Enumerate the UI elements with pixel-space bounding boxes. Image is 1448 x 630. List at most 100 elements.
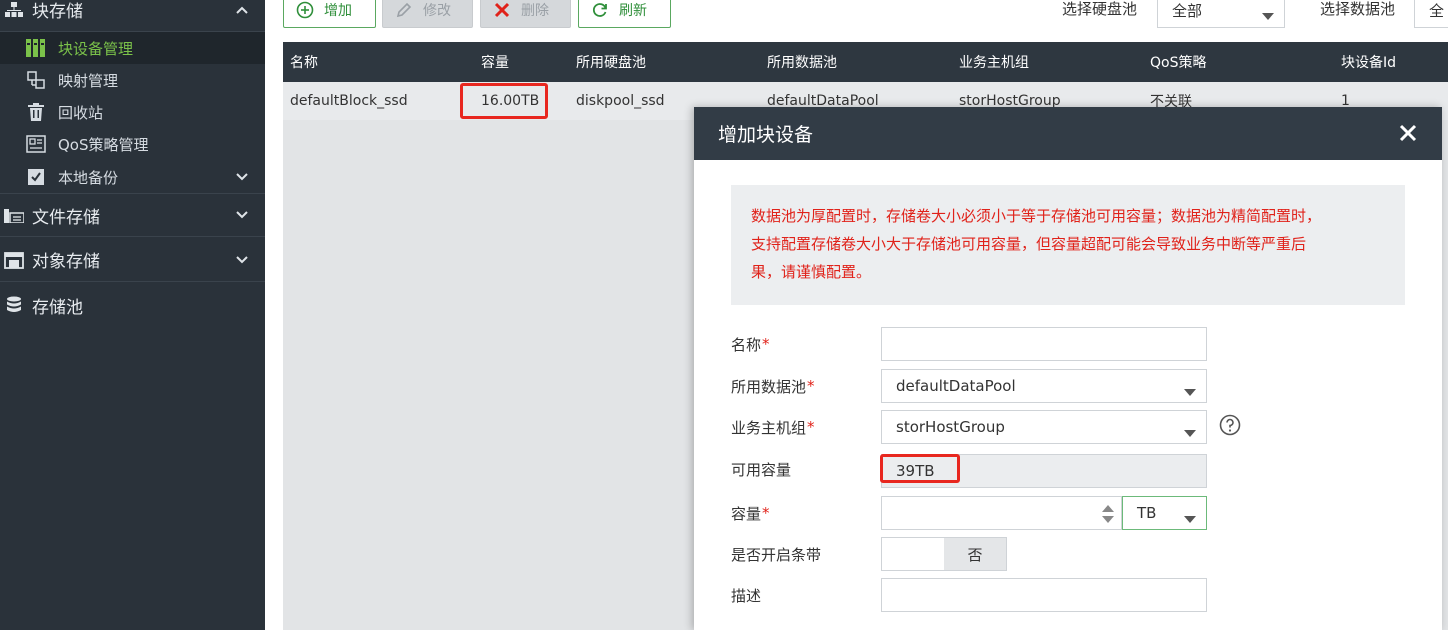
add-block-device-dialog: 增加块设备 数据池为厚配置时，存储卷大小必须小于等于存储池可用容量；数据池为精简…: [694, 107, 1442, 630]
sidebar-group-object-storage[interactable]: 对象存储: [0, 238, 265, 282]
data-pool-label-text: 所用数据池: [731, 377, 807, 396]
data-pool-select[interactable]: defaultDataPool: [881, 369, 1207, 403]
required-mark: *: [762, 335, 770, 353]
data-pool-select-value: defaultDataPool: [896, 377, 1016, 395]
caret-down-icon: [1184, 510, 1196, 528]
column-header-qos[interactable]: QoS策略: [1150, 42, 1206, 82]
refresh-button-label: 刷新: [619, 3, 647, 19]
capacity-input[interactable]: [881, 496, 1122, 530]
required-mark: *: [762, 504, 770, 522]
warning-text-line: 支持配置存储卷大小大于存储池可用容量，但容量超配可能会导致业务中断等严重后: [751, 235, 1307, 253]
capacity-unit-select[interactable]: TB: [1122, 496, 1207, 530]
name-field-label: 名称 *: [731, 327, 770, 361]
chevron-down-icon[interactable]: [235, 161, 249, 193]
column-header-name[interactable]: 名称: [290, 42, 318, 82]
warning-text-line: 数据池为厚配置时，存储卷大小必须小于等于存储池可用容量；数据池为精简配置时，: [751, 207, 1322, 225]
available-capacity-label: 可用容量: [731, 452, 791, 486]
edit-button[interactable]: 修改: [382, 0, 473, 28]
add-button[interactable]: 增加: [283, 0, 376, 28]
required-mark: *: [807, 377, 815, 395]
description-label-text: 描述: [731, 586, 762, 605]
edit-button-label: 修改: [423, 3, 451, 19]
capacity-field-label: 容量 *: [731, 496, 770, 530]
sidebar: 块存储 块设备管理 映射管理 回收站 QoS策略管理 本地备份 文件存储 对象存…: [0, 0, 265, 630]
sidebar-item-qos-policy[interactable]: QoS策略管理: [0, 128, 265, 160]
sidebar-group-file-storage[interactable]: 文件存储: [0, 193, 265, 237]
host-group-label-text: 业务主机组: [731, 418, 807, 437]
host-group-field-label: 业务主机组 *: [731, 410, 815, 444]
stripe-toggle[interactable]: 否: [881, 537, 1007, 571]
stripe-label-text: 是否开启条带: [731, 545, 822, 564]
sidebar-item-recycle-bin[interactable]: 回收站: [0, 96, 265, 128]
required-mark: *: [807, 418, 815, 436]
block-device-icon: [24, 39, 48, 57]
trash-icon: [24, 103, 48, 121]
column-header-disk-pool[interactable]: 所用硬盘池: [576, 42, 646, 82]
sidebar-item-local-backup[interactable]: 本地备份: [0, 161, 265, 193]
close-x-icon: [493, 1, 511, 19]
data-pool-filter-label: 选择数据池: [1320, 0, 1396, 18]
add-button-label: 增加: [324, 3, 352, 19]
stripe-field-label: 是否开启条带: [731, 537, 821, 571]
dialog-title: 增加块设备: [718, 124, 814, 146]
stripe-toggle-state: 否: [944, 538, 1006, 570]
backup-icon: [24, 168, 48, 186]
chevron-down-icon[interactable]: [235, 238, 249, 281]
caret-down-icon: [1184, 383, 1196, 401]
name-input[interactable]: [881, 327, 1207, 361]
description-input[interactable]: [881, 578, 1207, 612]
host-group-select[interactable]: storHostGroup: [881, 410, 1207, 444]
sidebar-group-label: 对象存储: [32, 252, 100, 272]
sidebar-group-block-storage[interactable]: 块存储: [0, 0, 265, 32]
name-label-text: 名称: [731, 335, 762, 354]
sidebar-item-label: 本地备份: [58, 168, 119, 187]
sidebar-item-block-device-management[interactable]: 块设备管理: [0, 32, 265, 64]
question-circle-icon[interactable]: [1219, 414, 1241, 436]
description-field-label: 描述: [731, 578, 761, 612]
capacity-highlight-box: [460, 83, 548, 119]
object-storage-icon: [2, 251, 26, 269]
database-icon: [2, 296, 26, 314]
capacity-label-text: 容量: [731, 504, 762, 523]
available-capacity-highlight-box: [880, 454, 960, 483]
sidebar-group-label: 存储池: [32, 297, 83, 318]
capacity-warning-box: 数据池为厚配置时，存储卷大小必须小于等于存储池可用容量；数据池为精简配置时， 支…: [731, 185, 1405, 305]
column-header-data-pool[interactable]: 所用数据池: [767, 42, 837, 82]
sidebar-item-label: 块设备管理: [58, 39, 134, 58]
cell-name: defaultBlock_ssd: [290, 93, 408, 109]
warning-text-line: 果，请谨慎配置。: [751, 263, 872, 281]
data-pool-filter-value: 全: [1429, 1, 1445, 20]
qos-icon: [24, 135, 48, 153]
data-pool-filter-select[interactable]: 全: [1414, 0, 1448, 28]
column-header-capacity[interactable]: 容量: [481, 42, 509, 82]
spinner-arrows-icon[interactable]: [1101, 502, 1115, 526]
caret-down-icon: [1184, 424, 1196, 442]
dialog-header: 增加块设备: [694, 107, 1442, 160]
sidebar-item-label: QoS策略管理: [58, 135, 149, 154]
sidebar-group-label: 块存储: [32, 2, 83, 22]
available-capacity-label-text: 可用容量: [731, 460, 792, 479]
sidebar-group-storage-pool[interactable]: 存储池: [0, 283, 265, 327]
chevron-up-icon[interactable]: [235, 0, 249, 31]
disk-pool-filter-value: 全部: [1172, 1, 1203, 20]
block-storage-icon: [2, 1, 26, 18]
file-storage-icon: [2, 207, 26, 223]
table-header: 名称 容量 所用硬盘池 所用数据池 业务主机组 QoS策略 块设备Id: [283, 42, 1448, 82]
sidebar-item-label: 映射管理: [58, 71, 119, 90]
capacity-unit-value: TB: [1137, 504, 1157, 522]
pencil-icon: [395, 1, 413, 19]
disk-pool-filter-select[interactable]: 全部: [1157, 0, 1285, 28]
disk-pool-filter-label: 选择硬盘池: [1062, 0, 1138, 18]
sidebar-item-label: 回收站: [58, 103, 104, 122]
column-header-host-group[interactable]: 业务主机组: [959, 42, 1029, 82]
sidebar-group-label: 文件存储: [32, 207, 100, 228]
refresh-icon: [591, 1, 609, 19]
refresh-button[interactable]: 刷新: [578, 0, 671, 28]
data-pool-field-label: 所用数据池 *: [731, 369, 815, 403]
close-icon[interactable]: [1396, 121, 1420, 145]
delete-button[interactable]: 删除: [480, 0, 571, 28]
cell-disk-pool: diskpool_ssd: [576, 93, 665, 109]
column-header-block-id[interactable]: 块设备Id: [1341, 42, 1396, 82]
chevron-down-icon[interactable]: [235, 194, 249, 236]
sidebar-item-mapping-management[interactable]: 映射管理: [0, 64, 265, 96]
